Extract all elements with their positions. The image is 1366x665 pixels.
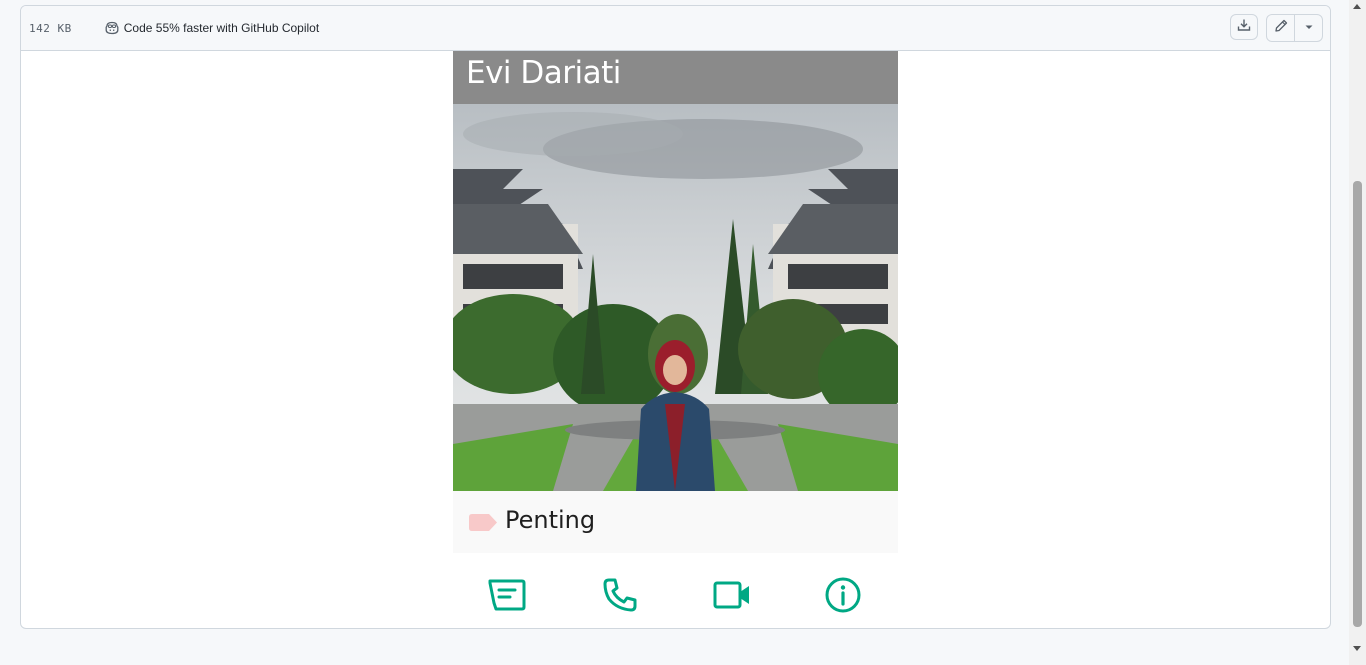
contact-name: Evi Dariati <box>466 55 621 91</box>
video-call-button[interactable] <box>712 577 752 617</box>
download-icon <box>1236 17 1252 38</box>
message-icon <box>488 579 526 616</box>
video-icon <box>713 580 751 615</box>
page: 142 KB Code 55% faster with GitHub Copil… <box>0 0 1366 665</box>
image-preview: Evi Dariati Penting <box>21 51 1330 628</box>
edit-button-group <box>1266 14 1323 42</box>
file-viewer: 142 KB Code 55% faster with GitHub Copil… <box>20 5 1331 629</box>
vertical-scrollbar[interactable] <box>1349 0 1366 665</box>
phone-icon <box>602 577 638 618</box>
file-header: 142 KB Code 55% faster with GitHub Copil… <box>21 6 1330 51</box>
download-button[interactable] <box>1230 14 1258 40</box>
scroll-up-arrow-icon[interactable] <box>1353 4 1361 9</box>
label-row[interactable]: Penting <box>453 491 898 553</box>
file-size: 142 KB <box>29 21 72 35</box>
contact-card: Evi Dariati Penting <box>453 51 898 628</box>
call-button[interactable] <box>600 577 640 617</box>
triangle-down-icon <box>1304 19 1314 37</box>
info-icon <box>825 577 861 618</box>
header-actions <box>1230 14 1323 42</box>
scrollbar-thumb[interactable] <box>1353 181 1362 627</box>
copilot-promo-text: Code 55% faster with GitHub Copilot <box>123 21 320 35</box>
copilot-promo-link[interactable]: Code 55% faster with GitHub Copilot <box>104 20 319 36</box>
edit-button[interactable] <box>1267 15 1294 41</box>
name-bar: Evi Dariati <box>453 51 898 104</box>
pencil-icon <box>1273 18 1289 39</box>
label-tag-icon <box>469 514 497 531</box>
scroll-down-arrow-icon[interactable] <box>1353 646 1361 651</box>
contact-photo <box>453 104 898 491</box>
info-button[interactable] <box>823 577 863 617</box>
copilot-icon <box>104 20 120 36</box>
contact-actions <box>453 577 898 617</box>
label-text: Penting <box>505 506 596 534</box>
message-button[interactable] <box>487 577 527 617</box>
more-edit-options-button[interactable] <box>1294 15 1322 41</box>
